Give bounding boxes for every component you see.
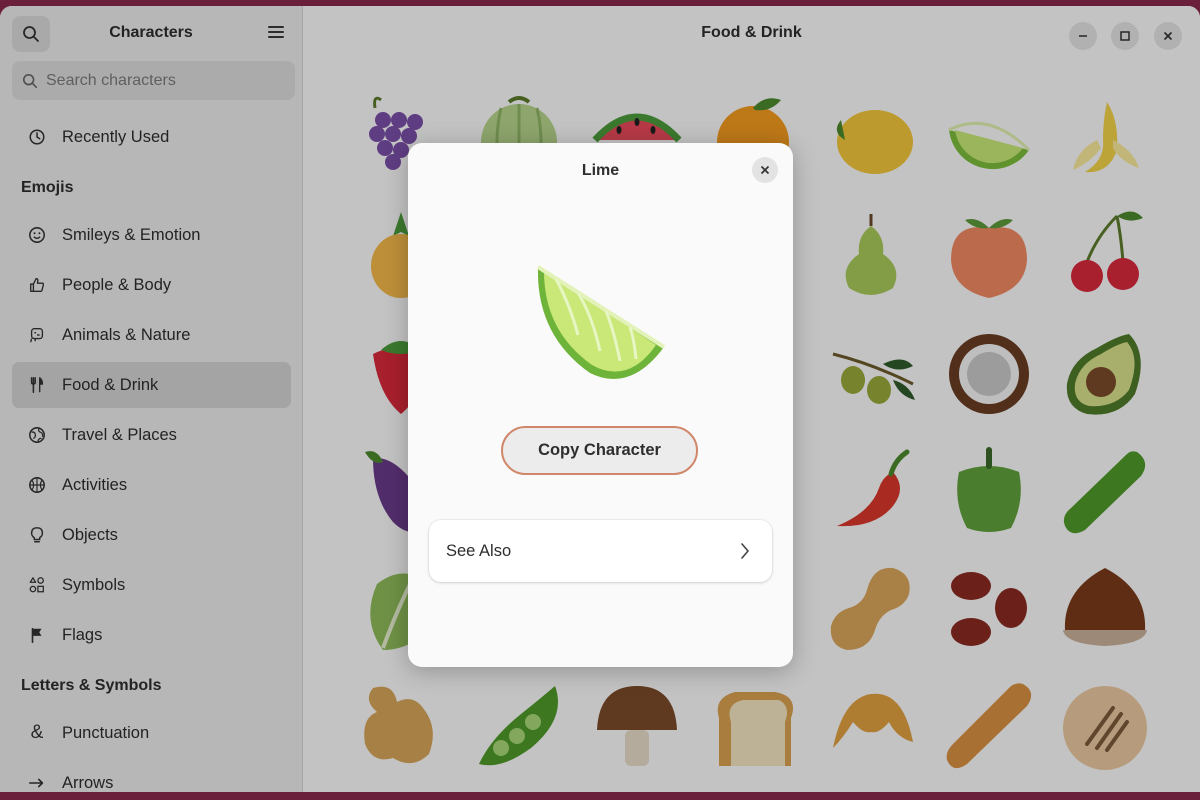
dialog-close-button[interactable] [752,157,778,183]
chevron-right-icon [741,543,749,559]
close-icon [760,165,770,175]
lime-emoji-preview [536,265,666,380]
see-also-row[interactable]: See Also [429,520,772,582]
copy-character-button[interactable]: Copy Character [501,426,698,475]
app-window: Characters Recently Used Emojis [0,6,1200,792]
dialog-title: Lime [581,162,620,179]
see-also-label: See Also [446,541,512,560]
character-dialog: Lime Copy Character See Also [408,143,793,667]
